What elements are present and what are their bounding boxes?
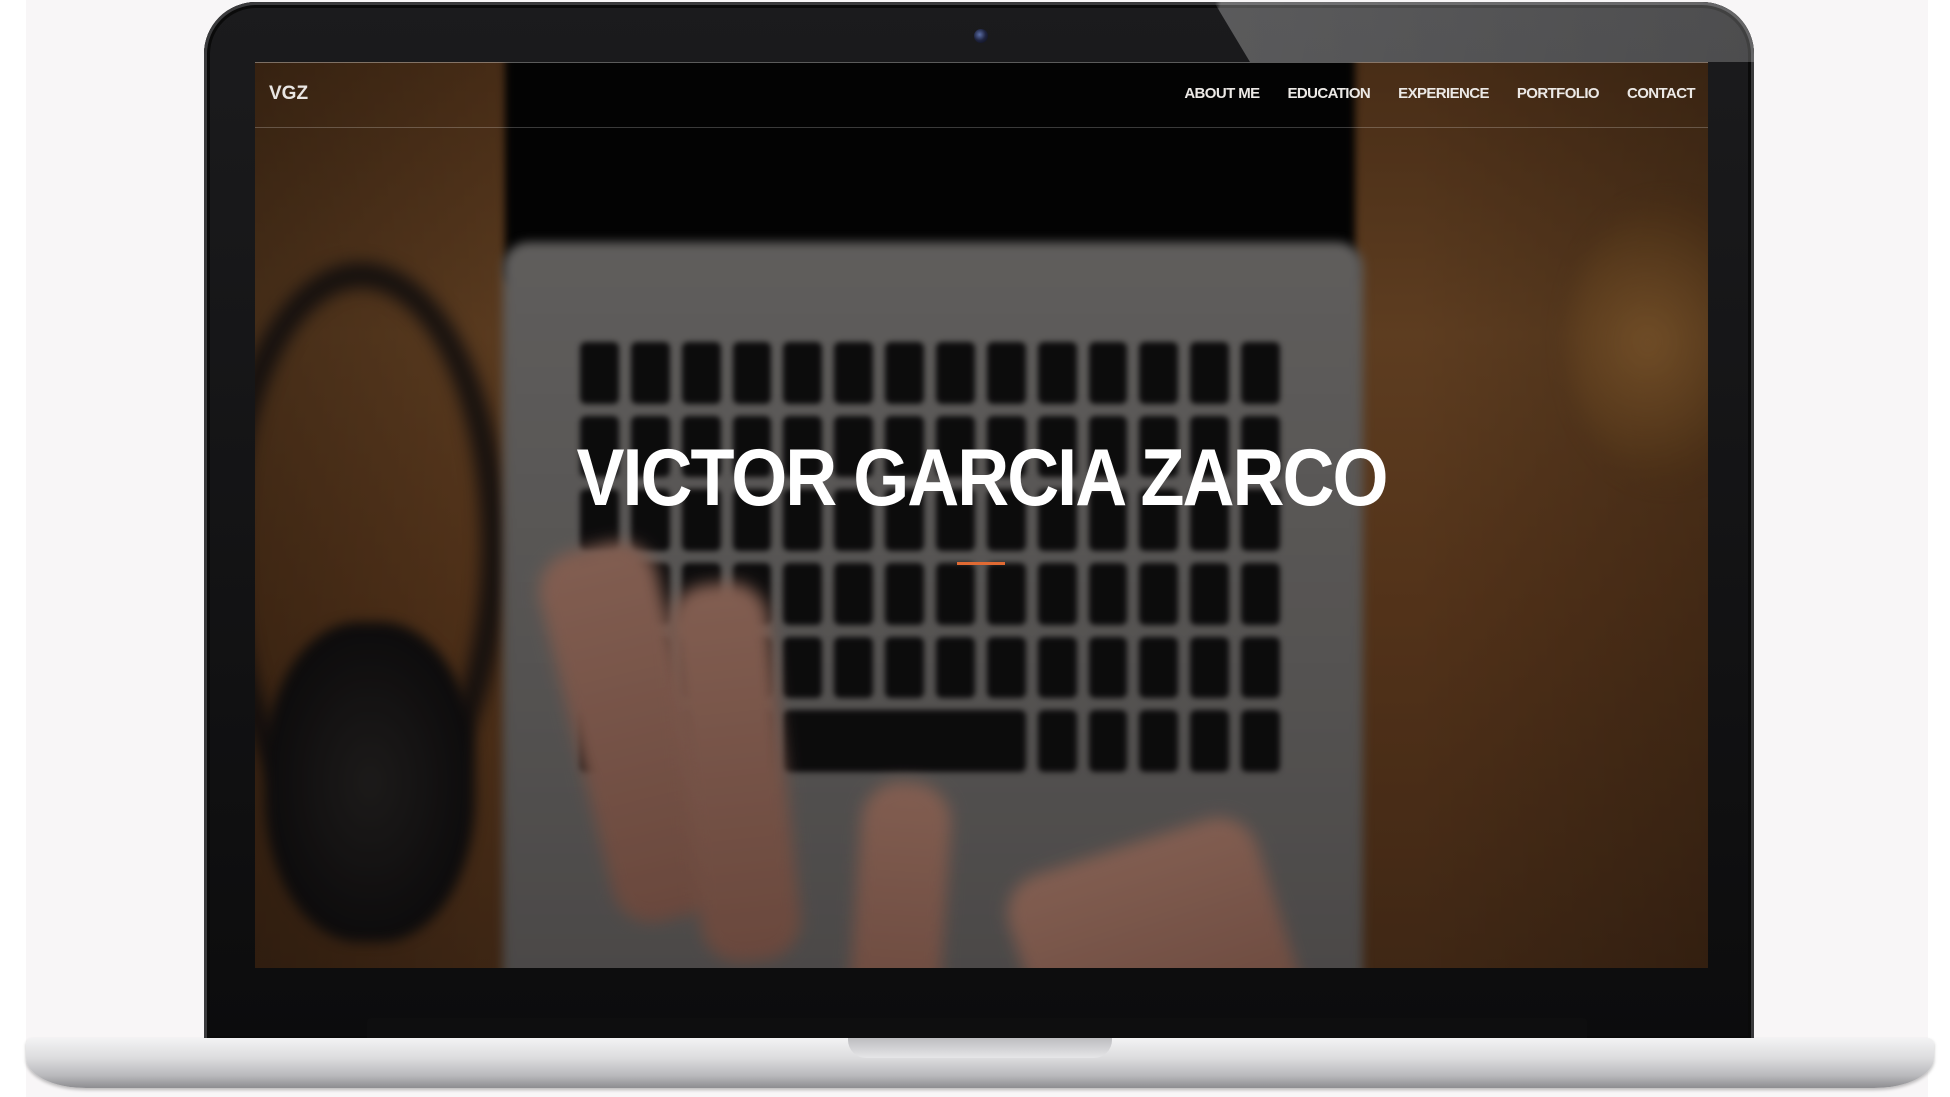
- lid-gloss: [1214, 2, 1754, 62]
- site-navbar: VGZ ABOUT ME EDUCATION EXPERIENCE PORTFO…: [255, 62, 1708, 128]
- nav-links: ABOUT ME EDUCATION EXPERIENCE PORTFOLIO …: [1184, 85, 1695, 102]
- nav-about-me[interactable]: ABOUT ME: [1184, 85, 1260, 102]
- nav-portfolio[interactable]: PORTFOLIO: [1517, 85, 1600, 102]
- mockup-stage: VGZ ABOUT ME EDUCATION EXPERIENCE PORTFO…: [0, 0, 1950, 1097]
- brand-logo[interactable]: VGZ: [269, 83, 308, 105]
- hero-title: VICTOR GARCIA ZARCO: [576, 433, 1388, 523]
- laptop-chin: [367, 1018, 1587, 1038]
- nav-contact[interactable]: CONTACT: [1627, 85, 1696, 102]
- laptop-screen: VGZ ABOUT ME EDUCATION EXPERIENCE PORTFO…: [255, 62, 1708, 968]
- nav-education[interactable]: EDUCATION: [1288, 85, 1371, 102]
- nav-experience[interactable]: EXPERIENCE: [1398, 85, 1489, 102]
- hero-divider: [957, 562, 1005, 565]
- laptop-opening-notch: [848, 1038, 1112, 1058]
- webcam-icon: [974, 29, 988, 43]
